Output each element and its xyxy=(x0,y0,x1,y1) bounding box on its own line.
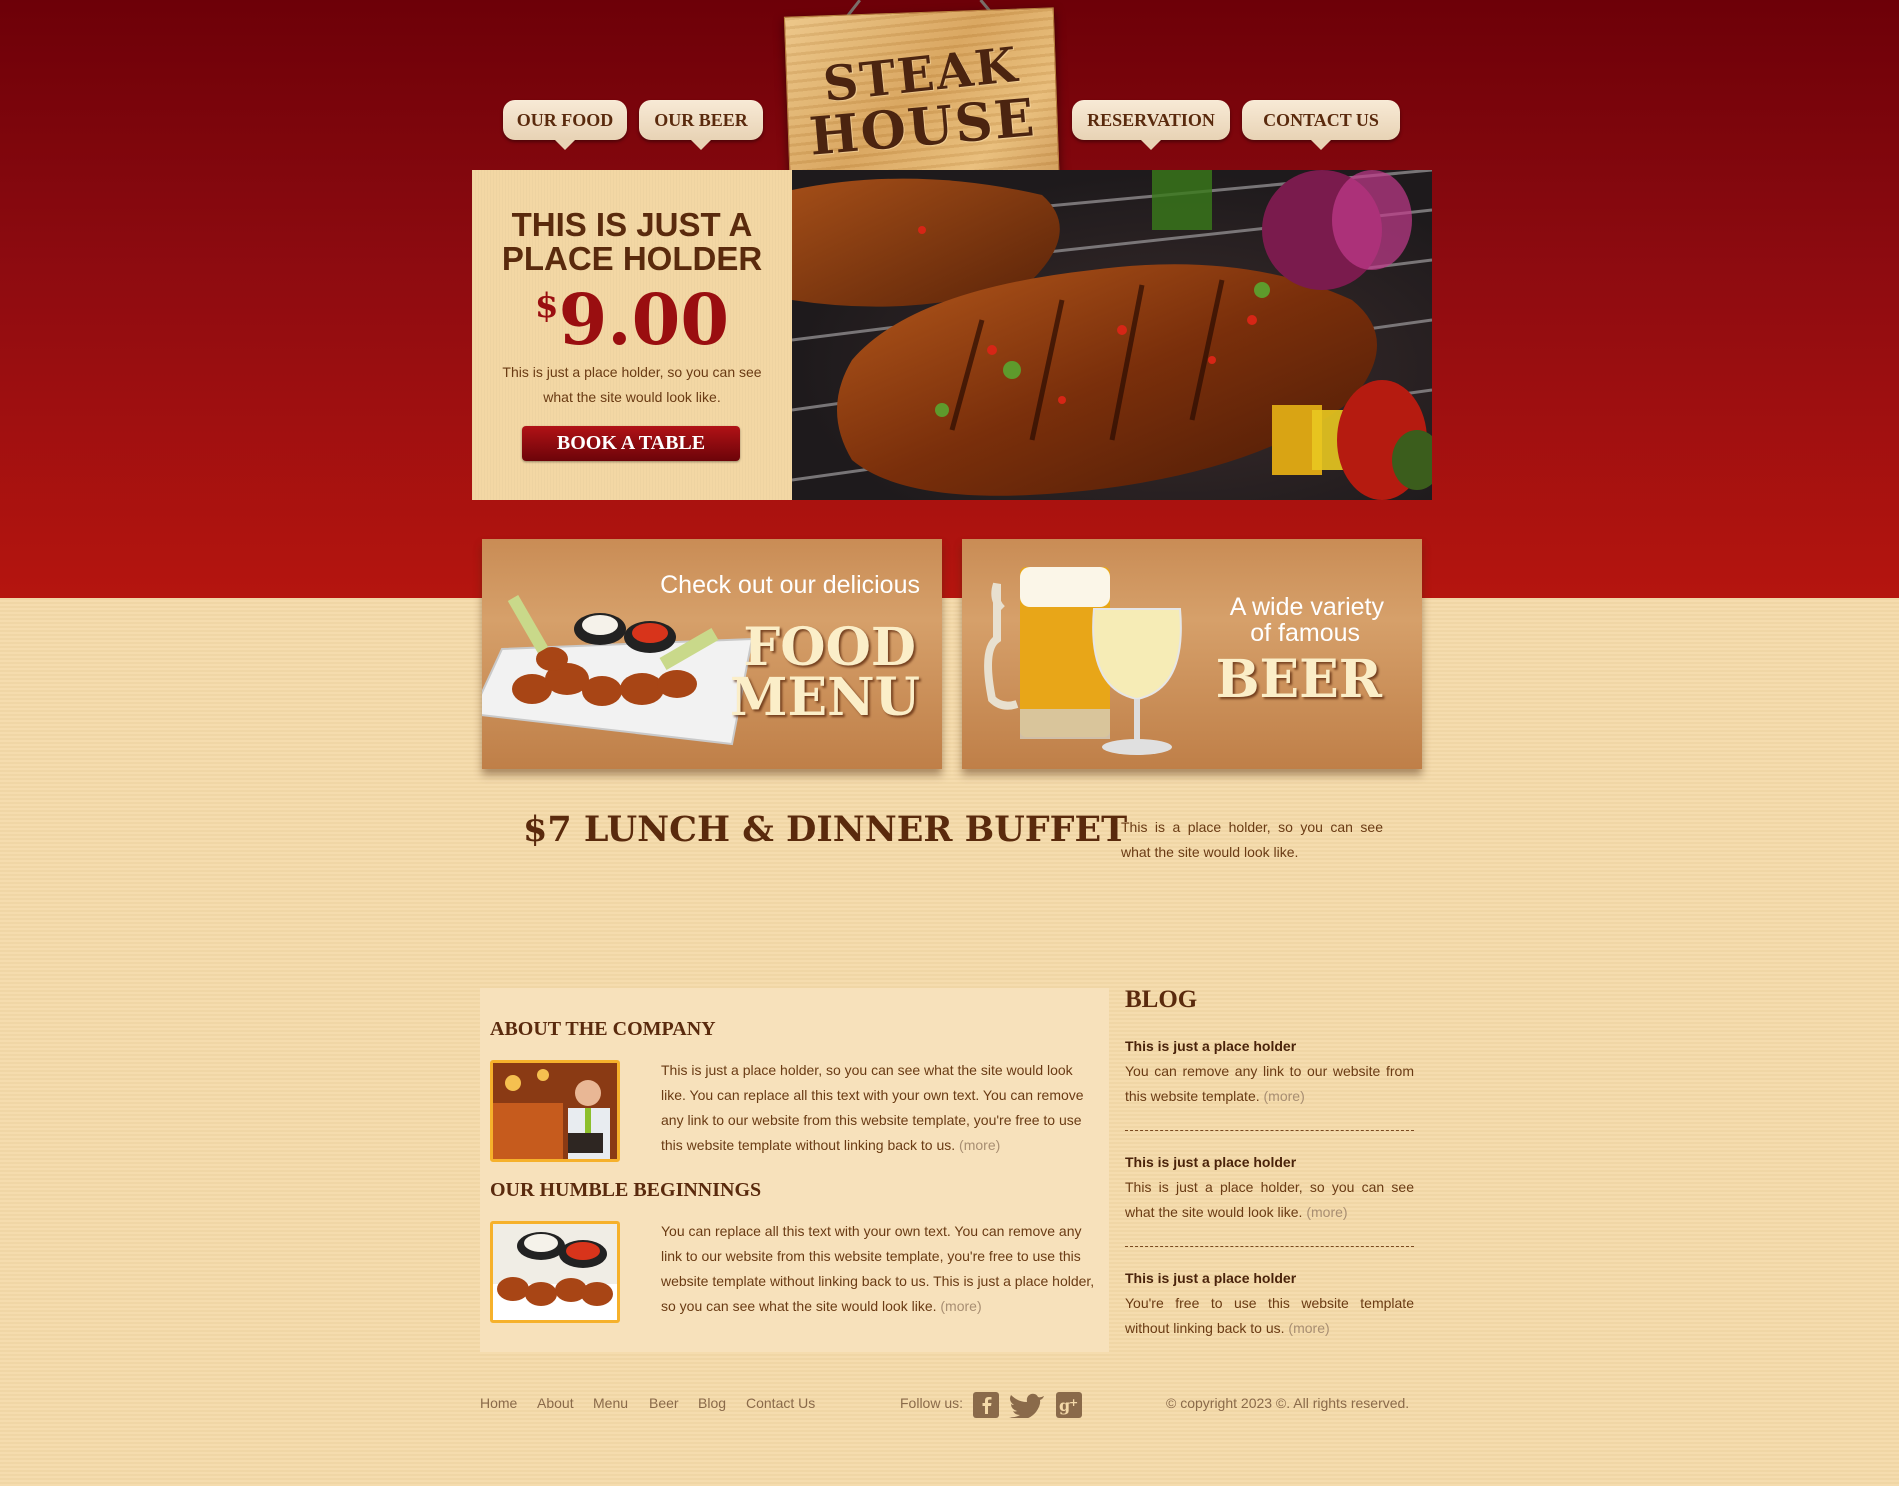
buffet-description: This is a place holder, so you can see w… xyxy=(1121,819,1383,860)
price-value: 9.00 xyxy=(558,278,730,361)
beginnings-more-link[interactable]: (more) xyxy=(940,1298,981,1314)
beer-promo-tagline-1: A wide variety xyxy=(1229,593,1384,621)
hero-description: This is just a place holder, so you can … xyxy=(502,364,762,405)
svg-text:+: + xyxy=(1069,1396,1078,1409)
blog-divider xyxy=(1125,1246,1414,1247)
food-menu-promo[interactable]: Check out our delicious FOOD MENU xyxy=(482,539,942,769)
blog-item-more-link[interactable]: (more) xyxy=(1264,1088,1305,1104)
about-text: This is just a place holder, so you can … xyxy=(661,1058,1096,1158)
hero-panel: THIS IS JUST A PLACE HOLDER $9.00 This i… xyxy=(472,170,792,500)
blog-item-heading[interactable]: This is just a place holder xyxy=(1125,1266,1414,1291)
price-currency: $ xyxy=(534,286,559,326)
beginnings-text: You can replace all this text with your … xyxy=(661,1219,1096,1319)
hero-title: THIS IS JUST A PLACE HOLDER xyxy=(472,208,792,276)
blog-item-heading[interactable]: This is just a place holder xyxy=(1125,1150,1414,1175)
hero-title-line-2: PLACE HOLDER xyxy=(501,240,763,277)
food-promo-tagline: Check out our delicious xyxy=(660,571,920,599)
nav-reservation[interactable]: RESERVATION xyxy=(1072,100,1230,150)
blog-item-1: This is just a place holder You can remo… xyxy=(1125,1034,1414,1109)
about-section: ABOUT THE COMPANY This is just a place h… xyxy=(480,988,1109,1352)
about-company-image xyxy=(490,1060,620,1162)
about-more-link[interactable]: (more) xyxy=(959,1137,1000,1153)
blog-divider xyxy=(1125,1130,1414,1131)
nav-our-food[interactable]: OUR FOOD xyxy=(503,100,627,150)
footer-link-home[interactable]: Home xyxy=(480,1395,517,1411)
blog-item-more-link[interactable]: (more) xyxy=(1288,1320,1329,1336)
beer-promo-tagline-2: of famous xyxy=(1250,619,1360,647)
footer-link-contact[interactable]: Contact Us xyxy=(746,1395,815,1411)
copyright: © copyright 2023 ©. All rights reserved. xyxy=(1166,1395,1410,1411)
beer-promo-title: BEER xyxy=(1215,649,1382,710)
facebook-icon[interactable] xyxy=(973,1392,999,1418)
nav-contact-us[interactable]: CONTACT US xyxy=(1242,100,1400,150)
blog-item-text: You're free to use this website template… xyxy=(1125,1295,1414,1336)
nav-our-beer[interactable]: OUR BEER xyxy=(639,100,763,150)
footer-link-about[interactable]: About xyxy=(537,1395,574,1411)
blog-title: BLOG xyxy=(1125,986,1198,1013)
beginnings-title: OUR HUMBLE BEGINNINGS xyxy=(490,1179,762,1201)
blog-item-more-link[interactable]: (more) xyxy=(1306,1204,1347,1220)
footer-link-blog[interactable]: Blog xyxy=(698,1395,726,1411)
about-title: ABOUT THE COMPANY xyxy=(490,1018,716,1040)
hero-title-line-1: THIS IS JUST A xyxy=(511,206,753,243)
footer-link-beer[interactable]: Beer xyxy=(649,1395,679,1411)
food-promo-title-2: MENU xyxy=(729,667,920,728)
about-paragraph: This is just a place holder, so you can … xyxy=(661,1062,1084,1153)
blog-item-3: This is just a place holder You're free … xyxy=(1125,1266,1414,1341)
blog-item-text: This is just a place holder, so you can … xyxy=(1125,1179,1414,1220)
blog-item-heading[interactable]: This is just a place holder xyxy=(1125,1034,1414,1059)
beginnings-image xyxy=(490,1221,620,1323)
beginnings-paragraph: You can replace all this text with your … xyxy=(661,1223,1095,1314)
book-table-button[interactable]: BOOK A TABLE xyxy=(522,426,740,461)
hero-steak-image xyxy=(792,170,1432,500)
beer-promo[interactable]: A wide variety of famous BEER xyxy=(962,539,1422,769)
follow-us-label: Follow us: xyxy=(900,1395,964,1411)
blog-item-2: This is just a place holder This is just… xyxy=(1125,1150,1414,1225)
hero-price: $9.00 xyxy=(472,280,792,360)
twitter-icon[interactable] xyxy=(1008,1392,1046,1420)
buffet-title: $7 LUNCH & DINNER BUFFET xyxy=(523,809,1128,850)
footer-link-menu[interactable]: Menu xyxy=(593,1395,628,1411)
google-plus-icon[interactable]: g + xyxy=(1056,1392,1082,1418)
